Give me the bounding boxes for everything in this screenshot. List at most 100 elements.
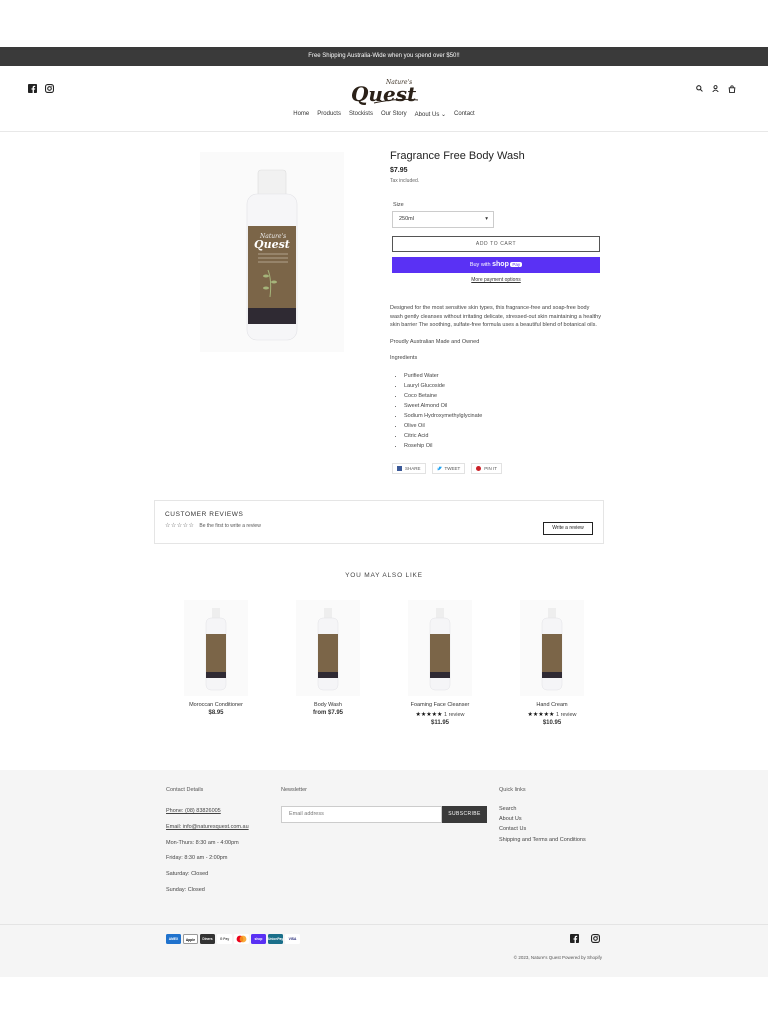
site-header: Nature's Quest Home Products Stockists O… <box>0 66 768 132</box>
facebook-icon <box>397 465 402 471</box>
review-count: 1 review <box>556 712 577 718</box>
email-link[interactable]: Email: info@naturesquest.com.au <box>166 820 249 836</box>
share-label: SHARE <box>405 465 421 471</box>
announcement-bar: Free Shipping Australia-Wide when you sp… <box>0 47 768 66</box>
list-item: Lauryl Glucoside <box>404 381 602 391</box>
hours-text: Friday: 8:30 am - 2:00pm <box>166 855 228 862</box>
shop-pay-logo: shop <box>492 261 509 268</box>
list-item: Citric Acid <box>404 431 602 441</box>
chevron-down-icon: ▾ <box>485 216 488 222</box>
star-rating-icon: ★★★★★ <box>415 712 443 718</box>
product-image[interactable]: Nature's Quest <box>200 152 344 352</box>
diners-club-icon: Diners <box>200 934 215 944</box>
related-product-name[interactable]: Foaming Face Cleanser <box>388 702 492 708</box>
related-product-card[interactable]: Moroccan Conditioner $8.95 <box>164 600 268 716</box>
main-nav: Home Products Stockists Our Story About … <box>0 111 768 118</box>
list-item: Rosehip Oil <box>404 441 602 451</box>
nav-our-story[interactable]: Our Story <box>381 111 407 118</box>
related-product-card[interactable]: Body Wash from $7.95 <box>276 600 380 716</box>
related-product-price: $11.95 <box>430 720 450 726</box>
google-pay-icon: G Pay <box>217 934 232 944</box>
related-product-price: from $7.95 <box>312 710 343 716</box>
footer-newsletter: Newsletter <box>281 787 307 804</box>
account-icon[interactable] <box>712 85 719 92</box>
list-item: Olive Oil <box>404 421 602 431</box>
tax-note: Tax included. <box>390 178 420 184</box>
product-title: Fragrance Free Body Wash <box>390 150 525 162</box>
write-review-button[interactable]: Write a review <box>543 522 593 535</box>
share-facebook-button[interactable]: SHARE <box>392 462 426 474</box>
related-product-card[interactable]: Hand Cream ★★★★★ 1 review $10.95 <box>500 600 604 726</box>
logo-text-main: Quest <box>351 82 417 106</box>
footer-quick-links: Quick links Search About Us Contact Us S… <box>499 787 586 845</box>
newsletter-email-input[interactable]: Email address <box>281 806 442 823</box>
nav-about-us[interactable]: About Us ⌄ <box>415 111 446 118</box>
rating-stars: ★★★★★ 1 review <box>388 711 492 718</box>
footer-link-about[interactable]: About Us <box>499 814 586 824</box>
list-item: Sodium Hydroxymethylglycinate <box>404 411 602 421</box>
hours-text: Saturday: Closed <box>166 871 209 878</box>
more-payment-options-link[interactable]: More payment options <box>390 277 602 283</box>
buy-with-shop-pay-button[interactable]: Buy with shop Pay <box>392 257 600 273</box>
site-logo[interactable]: Nature's Quest <box>350 76 420 106</box>
footer-link-shipping[interactable]: Shipping and Terms and Conditions <box>499 835 586 845</box>
product-thumbnail[interactable] <box>296 600 360 696</box>
nav-stockists[interactable]: Stockists <box>349 111 373 118</box>
product-description: Designed for the most sensitive skin typ… <box>390 304 602 451</box>
visa-icon: VISA <box>285 934 300 944</box>
related-heading: YOU MAY ALSO LIKE <box>345 572 423 579</box>
product-info: Fragrance Free Body Wash $7.95 Tax inclu… <box>390 150 602 474</box>
reviews-title: CUSTOMER REVIEWS <box>165 511 244 518</box>
hours-text: Mon-Thurs: 8:30 am - 4:00pm <box>166 839 239 846</box>
made-in-australia-text: Proudly Australian Made and Owned <box>390 338 480 345</box>
payment-icons: AMEX Apple Pay Diners G Pay shop UnionPa… <box>166 934 300 944</box>
search-icon[interactable] <box>696 85 703 92</box>
shop-pay-icon: shop <box>251 934 266 944</box>
twitter-icon <box>436 466 442 470</box>
mastercard-icon <box>234 934 249 944</box>
related-product-card[interactable]: Foaming Face Cleanser ★★★★★ 1 review $11… <box>388 600 492 726</box>
related-product-name[interactable]: Moroccan Conditioner <box>164 702 268 708</box>
related-product-price: $10.95 <box>542 720 562 726</box>
product-thumbnail[interactable] <box>184 600 248 696</box>
nav-contact[interactable]: Contact <box>454 111 475 118</box>
product-thumbnail[interactable] <box>520 600 584 696</box>
size-select[interactable]: 250ml ▾ <box>392 211 494 228</box>
description-text: Designed for the most sensitive skin typ… <box>390 305 601 328</box>
hours-text: Sunday: Closed <box>166 886 205 893</box>
header-icons <box>696 85 736 93</box>
amex-icon: AMEX <box>166 934 181 944</box>
svg-text:Quest: Quest <box>254 238 290 251</box>
newsletter-heading: Newsletter <box>281 787 307 793</box>
instagram-icon[interactable] <box>591 934 600 943</box>
footer-divider <box>0 924 768 925</box>
share-pinterest-button[interactable]: PIN IT <box>471 462 503 474</box>
footer-social <box>570 934 600 943</box>
facebook-icon[interactable] <box>570 934 579 943</box>
cart-icon[interactable] <box>728 85 736 93</box>
facebook-icon[interactable] <box>28 84 37 93</box>
nav-products[interactable]: Products <box>317 111 341 118</box>
related-product-name[interactable]: Body Wash <box>276 702 380 708</box>
instagram-icon[interactable] <box>45 84 54 93</box>
product-thumbnail[interactable] <box>408 600 472 696</box>
first-review-text: Be the first to write a review <box>199 522 261 529</box>
related-product-name[interactable]: Hand Cream <box>500 702 604 708</box>
related-product-price: $8.95 <box>208 710 224 716</box>
add-to-cart-button[interactable]: ADD TO CART <box>392 236 600 252</box>
copyright-text: © 2023, Nature's Quest Powered by Shopif… <box>513 955 602 960</box>
size-label: Size <box>393 202 404 208</box>
share-buttons: SHARE TWEET PIN IT <box>392 462 602 474</box>
list-item: Purified Water <box>404 371 602 381</box>
ingredients-heading: Ingredients <box>390 355 418 361</box>
list-item: Sweet Almond Oil <box>404 401 602 411</box>
subscribe-button[interactable]: SUBSCRIBE <box>442 806 487 823</box>
nav-home[interactable]: Home <box>293 111 309 118</box>
footer-link-search[interactable]: Search <box>499 804 586 814</box>
share-twitter-button[interactable]: TWEET <box>431 462 466 474</box>
shop-pay-badge: Pay <box>510 262 523 267</box>
footer-link-contact[interactable]: Contact Us <box>499 824 586 834</box>
review-count: 1 review <box>444 712 465 718</box>
phone-link[interactable]: Phone: (08) 83826005 <box>166 804 249 820</box>
contact-heading: Contact Details <box>166 787 204 793</box>
